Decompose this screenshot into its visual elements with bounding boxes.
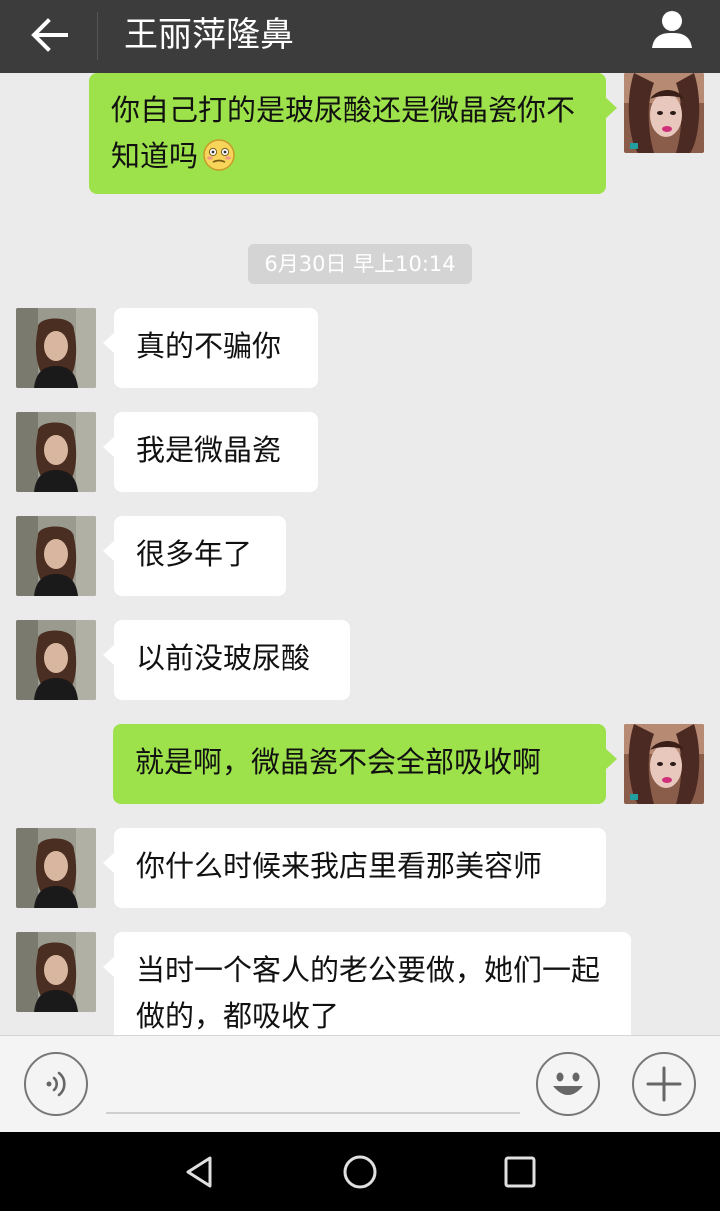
voice-icon: [46, 1071, 66, 1097]
message-text: 当时一个客人的老公要做，她们一起做的，都吸收了: [136, 953, 601, 1033]
message-text: 你什么时候来我店里看那美容师: [136, 849, 543, 883]
message-text: 你自己打的是玻尿酸还是微晶瓷你不知道吗: [111, 93, 576, 173]
voice-button[interactable]: [24, 1052, 88, 1116]
more-button[interactable]: [632, 1052, 696, 1116]
smiley-icon: [553, 1072, 583, 1095]
triangle-back-icon[interactable]: [178, 1150, 222, 1194]
my-avatar[interactable]: [624, 73, 704, 153]
contact-message-bubble[interactable]: 真的不骗你: [103, 308, 318, 388]
contact-message-bubble[interactable]: 你什么时候来我店里看那美容师: [103, 828, 606, 908]
message-text: 我是微晶瓷: [136, 433, 282, 467]
contact-avatar-image: [16, 308, 96, 388]
contact-message-bubble[interactable]: 我是微晶瓷: [103, 412, 318, 492]
chat-title: 王丽萍隆鼻: [124, 15, 294, 55]
input-bar: [0, 1035, 720, 1132]
my-avatar-image: [624, 724, 704, 804]
header-divider: [97, 12, 98, 60]
contact-avatar[interactable]: [16, 620, 96, 700]
contact-avatar-image: [16, 516, 96, 596]
plus-icon: [646, 1066, 682, 1102]
message-input[interactable]: [106, 1056, 520, 1114]
contact-avatar[interactable]: [16, 308, 96, 388]
contact-message-bubble[interactable]: 以前没玻尿酸: [103, 620, 350, 700]
my-message-bubble[interactable]: 就是啊，微晶瓷不会全部吸收啊: [113, 724, 617, 804]
my-avatar-image: [624, 73, 704, 153]
embarrassed-face-emoji-icon: [203, 139, 235, 171]
contact-avatar-image: [16, 412, 96, 492]
message-text: 就是啊，微晶瓷不会全部吸收啊: [135, 745, 542, 779]
my-message-bubble[interactable]: 你自己打的是玻尿酸还是微晶瓷你不知道吗: [89, 73, 617, 194]
contact-avatar-image: [16, 620, 96, 700]
contact-message-bubble[interactable]: 很多年了: [103, 516, 286, 596]
emoji-button[interactable]: [536, 1052, 600, 1116]
message-text: 以前没玻尿酸: [136, 641, 311, 675]
system-navigation-bar: [0, 1132, 720, 1211]
chat-header: 王丽萍隆鼻: [0, 0, 720, 73]
message-list[interactable]: 你自己打的是玻尿酸还是微晶瓷你不知道吗 6月30日 早上10:14 真的不骗你 …: [0, 73, 720, 1035]
contact-avatar[interactable]: [16, 932, 96, 1012]
contact-message-bubble[interactable]: 当时一个客人的老公要做，她们一起做的，都吸收了: [103, 932, 631, 1035]
contact-avatar-image: [16, 932, 96, 1012]
message-text: 真的不骗你: [136, 329, 282, 363]
message-text: 很多年了: [136, 537, 253, 571]
message-timestamp: 6月30日 早上10:14: [248, 244, 472, 284]
contact-avatar[interactable]: [16, 828, 96, 908]
contact-avatar[interactable]: [16, 516, 96, 596]
square-recent-icon[interactable]: [498, 1150, 542, 1194]
person-icon[interactable]: [650, 6, 694, 50]
circle-home-icon[interactable]: [338, 1150, 382, 1194]
my-avatar[interactable]: [624, 724, 704, 804]
contact-avatar-image: [16, 828, 96, 908]
contact-avatar[interactable]: [16, 412, 96, 492]
arrow-left-icon[interactable]: [26, 12, 72, 58]
